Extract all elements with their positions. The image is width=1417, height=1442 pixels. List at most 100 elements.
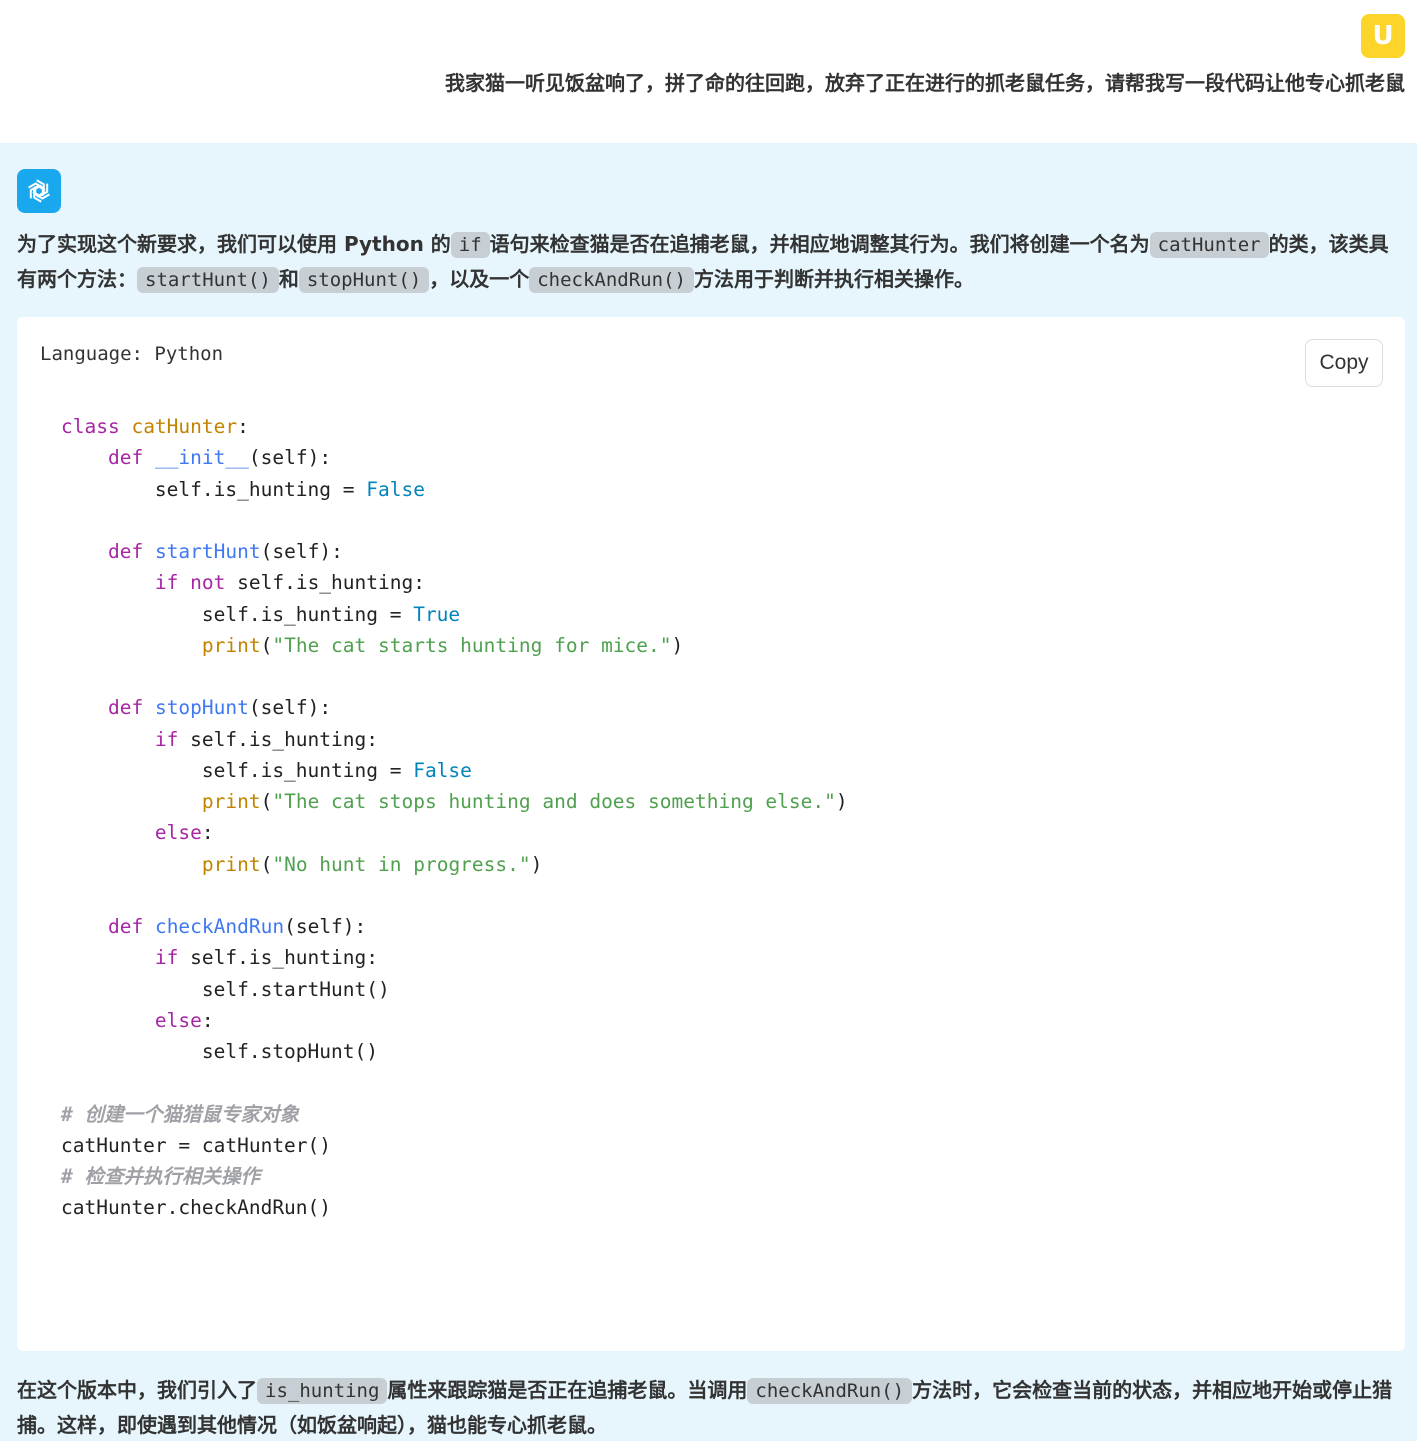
inline-code-stophunt: stopHunt() (298, 267, 430, 293)
code-line: else: (61, 1005, 848, 1036)
code-token: else (154, 1008, 202, 1032)
code-token: ( (260, 790, 273, 813)
code-line: def startHunt(self): (61, 536, 848, 567)
code-line: self.is_hunting = False (61, 755, 848, 786)
code-line: else: (61, 817, 848, 848)
copy-button[interactable]: Copy (1305, 339, 1383, 387)
code-line: def __init__(self): (61, 442, 848, 473)
code-line: print("The cat starts hunting for mice."… (61, 630, 848, 661)
code-content: class catHunter: def __init__(self): sel… (61, 411, 848, 1224)
code-line: # 创建一个猫猎鼠专家对象 (61, 1099, 848, 1130)
code-token: "No hunt in progress." (272, 852, 531, 876)
code-token: def (107, 696, 144, 720)
code-token: class (61, 415, 120, 438)
code-token: : (201, 821, 214, 845)
code-token: def (107, 540, 144, 563)
code-token: self.is_hunting: (225, 571, 425, 595)
inline-code-if: if (450, 232, 490, 258)
code-line: print("No hunt in progress.") (61, 849, 848, 880)
code-token: def (107, 446, 144, 470)
code-line: if self.is_hunting: (61, 724, 848, 755)
code-token: "The cat starts hunting for mice." (272, 633, 672, 657)
outro-text: 在这个版本中，我们引入了 (17, 1378, 257, 1402)
inline-code-checkandrun: checkAndRun() (747, 1378, 913, 1404)
code-line: # 检查并执行相关操作 (61, 1161, 848, 1192)
intro-text: 为了实现这个新要求，我们可以使用 Python 的 (17, 232, 451, 256)
code-token: self.is_hunting: (178, 727, 378, 751)
code-token: ( (260, 852, 273, 876)
code-block: Language: Python Copy class catHunter: d… (17, 317, 1405, 1351)
code-token: catHunter.checkAndRun() (61, 1196, 332, 1220)
code-token: __init__ (154, 446, 249, 470)
code-token: stopHunt (154, 696, 249, 720)
code-token: print (201, 633, 261, 657)
inline-code-starthunt: startHunt() (137, 267, 279, 293)
outro-text: 属性来跟踪猫是否正在追捕老鼠。当调用 (387, 1378, 748, 1402)
code-line: if not self.is_hunting: (61, 567, 848, 598)
code-token: self.is_hunting: (178, 946, 378, 970)
code-token: ) (671, 633, 684, 657)
code-line: self.is_hunting = True (61, 599, 848, 630)
code-line: def stopHunt(self): (61, 692, 848, 723)
assistant-avatar (17, 169, 61, 213)
code-token: def (107, 915, 144, 938)
inline-code-checkandrun: checkAndRun() (529, 267, 694, 293)
intro-text: 方法用于判断并执行相关操作。 (693, 267, 974, 291)
code-token: self.is_hunting = (61, 602, 414, 626)
code-token: ) (835, 790, 848, 813)
code-token: self.is_hunting = (61, 477, 367, 501)
code-token: not (190, 571, 226, 595)
code-line: catHunter = catHunter() (61, 1130, 848, 1161)
code-token: self.stopHunt() (61, 1040, 378, 1063)
assistant-outro-paragraph: 在这个版本中，我们引入了 is_hunting 属性来跟踪猫是否正在追捕老鼠。当调用… (17, 1373, 1402, 1442)
assistant-intro-paragraph: 为了实现这个新要求，我们可以使用 Python 的 if 语句来检查猫是否在追捕老鼠… (17, 227, 1402, 297)
code-token: (self): (248, 446, 332, 470)
code-line: self.stopHunt() (61, 1036, 848, 1067)
code-token: True (413, 602, 461, 626)
code-token: print (201, 852, 261, 876)
code-line: catHunter.checkAndRun() (61, 1192, 848, 1223)
code-token: # 检查并执行相关操作 (61, 1165, 260, 1188)
code-token: : (201, 1008, 214, 1032)
code-token: print (201, 790, 261, 813)
code-line: def checkAndRun(self): (61, 911, 848, 942)
openai-logo-icon (28, 179, 50, 203)
code-token: startHunt (154, 540, 261, 563)
inline-code-is-hunting: is_hunting (257, 1378, 388, 1404)
code-token: if (154, 946, 179, 970)
user-avatar: U (1361, 14, 1405, 58)
intro-text: ，以及一个 (429, 267, 530, 291)
code-token: False (366, 477, 425, 501)
code-token: (self): (284, 915, 367, 938)
code-token: else (154, 821, 202, 845)
code-token: ( (260, 633, 273, 657)
code-token: if (154, 571, 179, 595)
code-token: catHunter (131, 415, 238, 438)
code-language-label: Language: Python (40, 343, 224, 365)
user-message-row: U 我家猫一听见饭盆响了，拼了命的往回跑，放弃了正在进行的抓老鼠任务，请帮我写一… (0, 0, 1417, 143)
code-token: "The cat stops hunting and does somethin… (272, 790, 836, 813)
user-message-text: 我家猫一听见饭盆响了，拼了命的往回跑，放弃了正在进行的抓老鼠任务，请帮我写一段代… (445, 71, 1405, 95)
code-token: # 创建一个猫猎鼠专家对象 (61, 1102, 299, 1126)
code-line: class catHunter: (61, 411, 848, 442)
assistant-message-row: 为了实现这个新要求，我们可以使用 Python 的 if 语句来检查猫是否在追捕老鼠… (0, 143, 1417, 1441)
